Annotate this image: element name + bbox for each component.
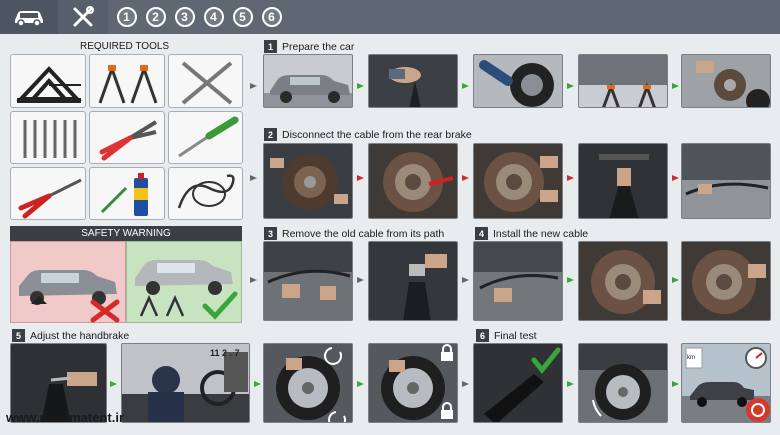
arrow-right-icon	[250, 175, 257, 181]
step-number: 1	[116, 7, 137, 27]
photo-wheel-removed	[681, 54, 771, 108]
arrow-right-icon	[357, 83, 364, 89]
section-number: 4	[475, 227, 488, 240]
rotate-icon	[324, 347, 343, 365]
wrench-screwdriver-icon	[73, 6, 94, 27]
section-number: 1	[264, 40, 277, 53]
section-number: 3	[264, 227, 277, 240]
section-6-title: 6 Final test	[476, 329, 537, 342]
photo-car-on-stands	[578, 54, 668, 108]
section-number: 6	[476, 329, 489, 342]
step-number: 4	[203, 7, 224, 27]
rotate-icon	[328, 411, 347, 422]
tools-title: REQUIRED TOOLS	[80, 41, 170, 52]
photo-underbody-cable	[681, 143, 771, 219]
arrow-right-icon	[462, 381, 469, 387]
section-label: Adjust the handbrake	[30, 329, 130, 342]
tool-screwdriver	[168, 111, 243, 164]
section-label: Prepare the car	[282, 40, 355, 53]
photo-attach-cable-shoe	[578, 241, 668, 321]
tool-pliers	[89, 111, 165, 164]
section-number: 5	[12, 329, 25, 342]
car-icon	[15, 11, 43, 27]
arrow-right-icon	[110, 381, 117, 387]
step-tab-5[interactable]: 5	[228, 0, 257, 34]
step-tab-6[interactable]: 6	[257, 0, 286, 34]
step-number: 6	[261, 7, 282, 27]
speed-sign-label: km	[687, 355, 695, 361]
section-label: Disconnect the cable from the rear brake	[282, 128, 472, 141]
car-tab[interactable]	[0, 0, 58, 34]
photo-driver-dashboard: 11 2 . 7	[121, 343, 250, 423]
arrow-right-icon	[567, 381, 574, 387]
section-label: Final test	[494, 329, 537, 342]
brake-warning-icon	[746, 398, 770, 422]
section-label: Install the new cable	[493, 227, 589, 240]
lock-icon	[441, 344, 453, 361]
photo-pull-old-cable	[263, 241, 353, 321]
checkmark-icon	[531, 347, 561, 375]
arrow-right-icon	[357, 381, 364, 387]
photo-route-new-cable	[473, 241, 563, 321]
section-label: Remove the old cable from its path	[282, 227, 445, 240]
arrow-right-icon	[462, 83, 469, 89]
photo-handbrake-engaged	[473, 343, 563, 423]
photo-wheel-spin-check	[263, 343, 353, 423]
tool-scissor-jack	[10, 54, 86, 108]
cross-icon	[90, 299, 120, 323]
section-3-title: 3 Remove the old cable from its path	[264, 227, 444, 240]
tool-lug-wrench	[168, 54, 243, 108]
step-number: 2	[145, 7, 166, 27]
checkmark-icon	[202, 291, 238, 320]
step-number: 5	[232, 7, 253, 27]
photo-handbrake-lever	[368, 54, 458, 108]
lock-icon	[441, 402, 453, 419]
photo-wheel-locked-check	[368, 343, 458, 423]
section-5-title: 5 Adjust the handbrake	[12, 329, 129, 342]
arrow-right-icon	[462, 175, 469, 181]
arrow-right-icon	[357, 175, 364, 181]
tool-brake-cable	[168, 167, 243, 220]
section-number: 2	[264, 128, 277, 141]
dashboard-readout: 11 2 . 7	[210, 348, 240, 358]
photo-detach-cable	[473, 143, 563, 219]
photo-brake-drum	[263, 143, 353, 219]
arrow-right-icon	[357, 277, 364, 283]
arrow-right-icon	[462, 277, 469, 283]
step-number: 3	[174, 7, 195, 27]
photo-car-parked	[263, 54, 353, 108]
tool-jack-stands	[89, 54, 165, 108]
photo-loosen-lug-nuts	[473, 54, 563, 108]
unsafe-jack-only-panel	[10, 241, 126, 323]
arrow-right-icon	[567, 277, 574, 283]
step-tab-4[interactable]: 4	[199, 0, 228, 34]
arrow-right-icon	[250, 277, 257, 283]
tools-tab[interactable]	[58, 0, 108, 34]
safety-warning-title: SAFETY WARNING	[10, 226, 242, 241]
section-2-title: 2 Disconnect the cable from the rear brak…	[264, 128, 472, 141]
step-navigation: 1 2 3 4 5 6	[112, 0, 286, 34]
arrow-right-icon	[567, 83, 574, 89]
tool-lubricant-spray	[89, 167, 165, 220]
step-tab-1[interactable]: 1	[112, 0, 141, 34]
safe-jack-stands-panel	[126, 241, 242, 323]
top-bar: 1 2 3 4 5 6	[0, 0, 780, 34]
step-tab-2[interactable]: 2	[141, 0, 170, 34]
photo-handbrake-cable-release	[578, 143, 668, 219]
photo-brake-shoes	[368, 143, 458, 219]
tool-needle-nose-pliers	[10, 167, 86, 220]
arrow-right-icon	[250, 83, 257, 89]
photo-wheel-final-check	[578, 343, 668, 423]
watermark-url[interactable]: www.maximatent.ir	[6, 410, 124, 425]
arrow-right-icon	[567, 175, 574, 181]
step-tab-3[interactable]: 3	[170, 0, 199, 34]
photo-road-test: km	[681, 343, 771, 423]
section-4-title: 4 Install the new cable	[475, 227, 588, 240]
section-1-title: 1 Prepare the car	[264, 40, 354, 53]
tool-wrench-set	[10, 111, 86, 164]
photo-handbrake-console	[368, 241, 458, 321]
photo-reassemble-brake	[681, 241, 771, 321]
